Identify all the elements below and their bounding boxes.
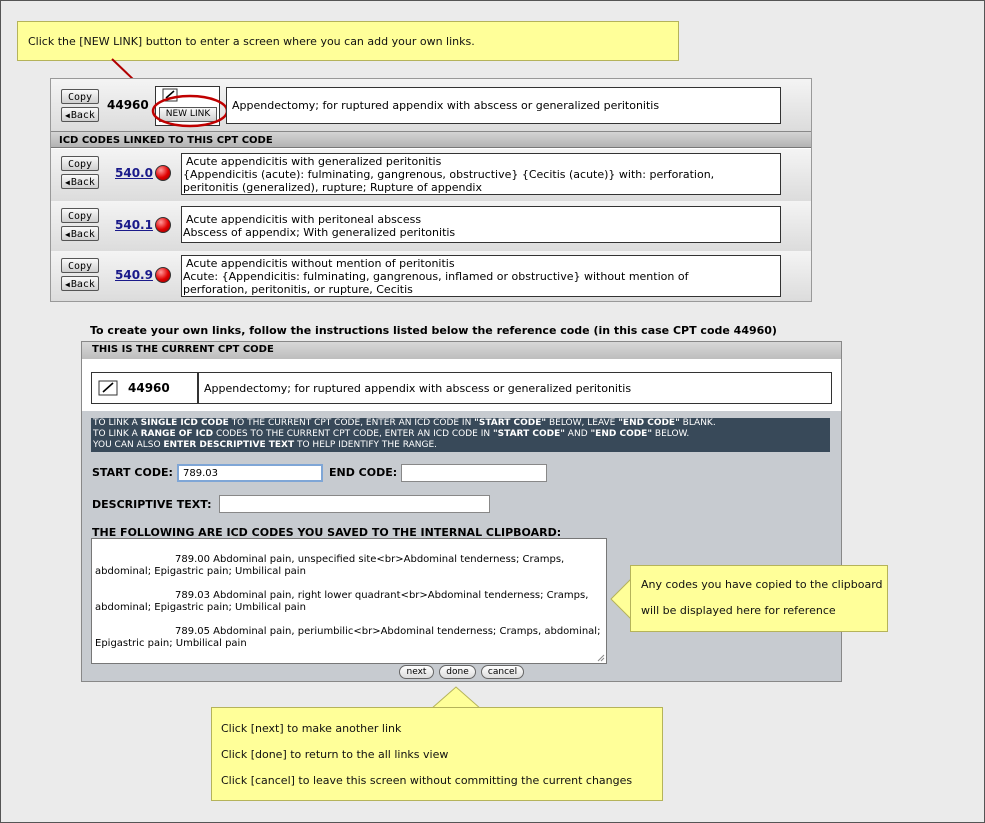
icd-description-box: Acute appendicitis with generalized peri…	[181, 153, 781, 195]
cpt-description-box: Appendectomy; for ruptured appendix with…	[226, 87, 781, 124]
cpt-code: 44960	[107, 98, 149, 112]
instructions-banner: TO LINK A SINGLE ICD CODE TO THE CURRENT…	[91, 418, 830, 452]
back-arrow-icon: ◀	[65, 111, 70, 120]
cpt-description: Appendectomy; for ruptured appendix with…	[232, 99, 660, 112]
buttons-callout: Click [next] to make another link Click …	[211, 707, 663, 801]
icd-title: Acute appendicitis without mention of pe…	[186, 257, 455, 270]
icd-title: Acute appendicitis with peritoneal absce…	[186, 213, 422, 226]
clipboard-textarea[interactable]: 789.00 Abdominal pain, unspecified site<…	[91, 538, 607, 664]
end-code-input[interactable]	[401, 464, 547, 482]
clipboard-callout-pointer	[610, 578, 632, 620]
icd-synonyms-line: Abscess of appendix; With generalized pe…	[183, 226, 456, 239]
start-code-label: START CODE:	[92, 466, 173, 479]
clipboard-item: 789.05 Abdominal pain, periumbilic<br>Ab…	[95, 626, 601, 649]
start-code-input[interactable]: 789.03	[177, 464, 323, 482]
clipboard-item: 789.03 Abdominal pain, right lower quadr…	[95, 590, 589, 613]
clipboard-item: 789.00 Abdominal pain, unspecified site<…	[95, 554, 565, 577]
instruction-line-single: TO LINK A SINGLE ICD CODE TO THE CURRENT…	[93, 418, 716, 428]
back-button[interactable]: ◀Back	[61, 107, 99, 122]
done-button[interactable]: done	[439, 665, 476, 679]
icd-synonyms-line: perforation, peritonitis, or rupture, Ce…	[183, 283, 413, 296]
instruction-line-range: TO LINK A RANGE OF ICD CODES TO THE CURR…	[93, 429, 690, 439]
current-cpt-code-box: 44960	[91, 372, 198, 404]
create-links-heading: To create your own links, follow the ins…	[90, 324, 777, 337]
back-button[interactable]: ◀Back	[61, 226, 99, 241]
icd-row: Copy ◀Back 540.1 Acute appendicitis with…	[51, 201, 811, 252]
icd-description-box: Acute appendicitis without mention of pe…	[181, 255, 781, 297]
back-arrow-icon: ◀	[65, 230, 70, 239]
done-callout-text: Click [done] to return to the all links …	[221, 748, 449, 761]
back-arrow-icon: ◀	[65, 178, 70, 187]
icd-title: Acute appendicitis with generalized peri…	[186, 155, 442, 168]
remove-link-icon[interactable]	[155, 165, 171, 181]
editor-title: THIS IS THE CURRENT CPT CODE	[92, 344, 274, 355]
descriptive-text-label: DESCRIPTIVE TEXT:	[92, 498, 212, 511]
current-cpt-row: 44960 Appendectomy; for ruptured appendi…	[82, 359, 841, 411]
clipboard-callout-line: Any codes you have copied to the clipboa…	[641, 578, 883, 591]
current-cpt-description: Appendectomy; for ruptured appendix with…	[204, 382, 632, 395]
next-button[interactable]: next	[399, 665, 434, 679]
cancel-button[interactable]: cancel	[481, 665, 524, 679]
icd-code-link[interactable]: 540.9	[115, 268, 153, 282]
instruction-line-descriptive: YOU CAN ALSO ENTER DESCRIPTIVE TEXT TO H…	[93, 440, 437, 450]
back-button[interactable]: ◀Back	[61, 276, 99, 291]
cpt-links-panel: Copy ◀Back 44960 NEW LINK Appendectomy; …	[50, 78, 812, 302]
current-cpt-code: 44960	[128, 381, 170, 395]
cancel-callout-text: Click [cancel] to leave this screen with…	[221, 774, 633, 787]
copy-button[interactable]: Copy	[61, 89, 99, 104]
editor-title-bar: THIS IS THE CURRENT CPT CODE	[82, 342, 841, 360]
icd-section-title: ICD CODES LINKED TO THIS CPT CODE	[51, 131, 811, 148]
end-code-label: END CODE:	[329, 466, 398, 479]
icd-synonyms-line: {Appendicitis (acute): fulminating, gang…	[183, 168, 715, 181]
icd-row: Copy ◀Back 540.9 Acute appendicitis with…	[51, 251, 811, 301]
icd-description-box: Acute appendicitis with peritoneal absce…	[181, 206, 781, 243]
back-button[interactable]: ◀Back	[61, 174, 99, 189]
next-callout-text: Click [next] to make another link	[221, 722, 402, 735]
icd-synonyms-line: peritonitis (generalized), rupture; Rupt…	[183, 181, 482, 194]
clipboard-callout-line: will be displayed here for reference	[641, 604, 836, 617]
back-arrow-icon: ◀	[65, 280, 70, 289]
icd-synonyms-line: Acute: {Appendicitis: fulminating, gangr…	[183, 270, 689, 283]
icd-code-link[interactable]: 540.0	[115, 166, 153, 180]
descriptive-text-input[interactable]	[219, 495, 490, 513]
edit-pencil-icon	[98, 380, 118, 396]
copy-button[interactable]: Copy	[61, 156, 99, 171]
current-cpt-description-box: Appendectomy; for ruptured appendix with…	[198, 372, 832, 404]
icd-row: Copy ◀Back 540.0 Acute appendicitis with…	[51, 149, 811, 202]
cpt-row: Copy ◀Back 44960 NEW LINK Appendectomy; …	[51, 79, 811, 132]
remove-link-icon[interactable]	[155, 267, 171, 283]
clipboard-callout: Any codes you have copied to the clipboa…	[630, 565, 888, 632]
copy-button[interactable]: Copy	[61, 208, 99, 223]
remove-link-icon[interactable]	[155, 217, 171, 233]
copy-button[interactable]: Copy	[61, 258, 99, 273]
highlight-ellipse	[151, 94, 229, 128]
resize-grip-icon[interactable]	[597, 654, 605, 662]
icd-code-link[interactable]: 540.1	[115, 218, 153, 232]
